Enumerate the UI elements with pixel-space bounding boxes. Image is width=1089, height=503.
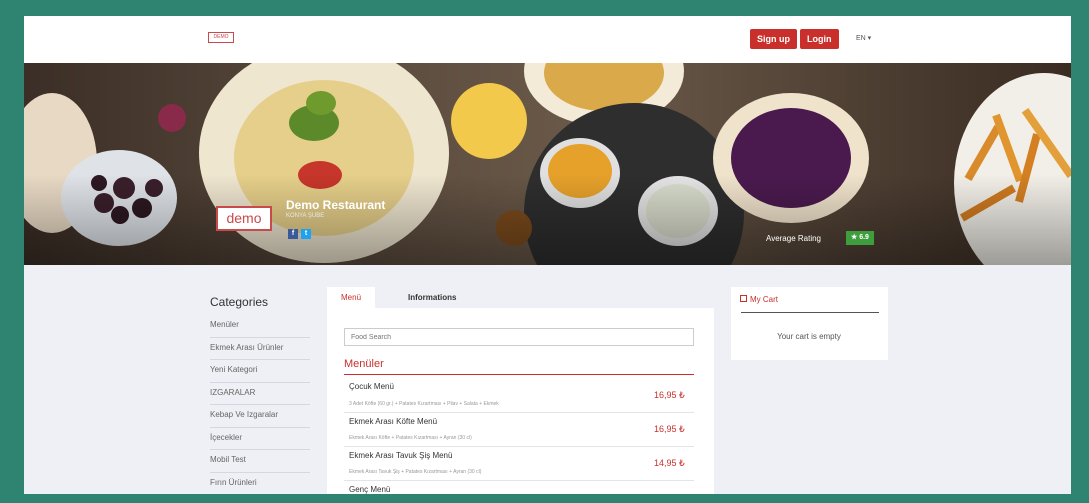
cart-icon bbox=[740, 295, 747, 302]
login-button[interactable]: Login bbox=[800, 29, 839, 49]
category-list: Menüler Ekmek Arası Ürünler Yeni Kategor… bbox=[210, 315, 310, 494]
category-item[interactable]: IZGARALAR bbox=[210, 383, 310, 405]
signup-button[interactable]: Sign up bbox=[750, 29, 797, 49]
menu-item-name[interactable]: Çocuk Menü bbox=[349, 382, 394, 391]
cart-divider bbox=[741, 312, 879, 313]
categories-title: Categories bbox=[210, 295, 269, 309]
restaurant-name: Demo Restaurant bbox=[286, 198, 386, 212]
restaurant-branch: KONYA ŞUBE bbox=[286, 213, 325, 219]
item-divider bbox=[344, 412, 694, 413]
language-selector[interactable]: EN ▾ bbox=[856, 34, 871, 42]
category-item[interactable]: Fırın Ürünleri bbox=[210, 473, 310, 495]
item-divider bbox=[344, 480, 694, 481]
cart-empty-message: Your cart is empty bbox=[777, 332, 841, 341]
menu-item-desc: 3 Adet Köfte (60 gr.) + Patates Kızartma… bbox=[349, 401, 499, 407]
category-item[interactable]: Menüler bbox=[210, 315, 310, 338]
section-title: Menüler bbox=[344, 358, 384, 370]
site-logo[interactable]: DEMO bbox=[208, 32, 234, 43]
restaurant-logo: demo bbox=[216, 206, 272, 231]
menu-item-price: 16,95 ₺ bbox=[654, 390, 685, 400]
category-item[interactable]: Kebap Ve Izgaralar bbox=[210, 405, 310, 428]
category-item[interactable]: Ekmek Arası Ürünler bbox=[210, 338, 310, 360]
menu-item-price: 16,95 ₺ bbox=[654, 424, 685, 434]
average-rating-label: Average Rating bbox=[766, 234, 821, 243]
food-search-input[interactable] bbox=[344, 328, 694, 346]
category-item[interactable]: Mobil Test bbox=[210, 450, 310, 473]
menu-item-name[interactable]: Genç Menü bbox=[349, 485, 390, 494]
twitter-icon[interactable]: t bbox=[301, 229, 311, 239]
section-divider bbox=[344, 374, 694, 375]
facebook-icon[interactable]: f bbox=[288, 229, 298, 239]
menu-item-price: 14,95 ₺ bbox=[654, 458, 685, 468]
rating-badge: ★ 6.9 bbox=[846, 231, 874, 245]
menu-item-name[interactable]: Ekmek Arası Tavuk Şiş Menü bbox=[349, 451, 452, 460]
tab-menu[interactable]: Menü bbox=[327, 287, 376, 308]
menu-item-desc: Ekmek Arası Tavuk Şiş + Patates Kızartma… bbox=[349, 469, 482, 475]
menu-item-desc: Ekmek Arası Köfte + Patates Kızartması +… bbox=[349, 435, 472, 441]
hero-banner: demo Demo Restaurant KONYA ŞUBE f t Aver… bbox=[24, 63, 1071, 265]
top-bar: DEMO Sign up Login EN ▾ bbox=[24, 16, 1071, 63]
tab-informations[interactable]: Informations bbox=[394, 287, 470, 308]
cart-title: My Cart bbox=[750, 295, 778, 304]
category-item[interactable]: İçecekler bbox=[210, 428, 310, 450]
tabs-bar bbox=[327, 287, 714, 308]
category-item[interactable]: Yeni Kategori bbox=[210, 360, 310, 383]
page-frame: DEMO Sign up Login EN ▾ demo Demo Restau… bbox=[24, 16, 1071, 494]
item-divider bbox=[344, 446, 694, 447]
menu-item-name[interactable]: Ekmek Arası Köfte Menü bbox=[349, 417, 437, 426]
